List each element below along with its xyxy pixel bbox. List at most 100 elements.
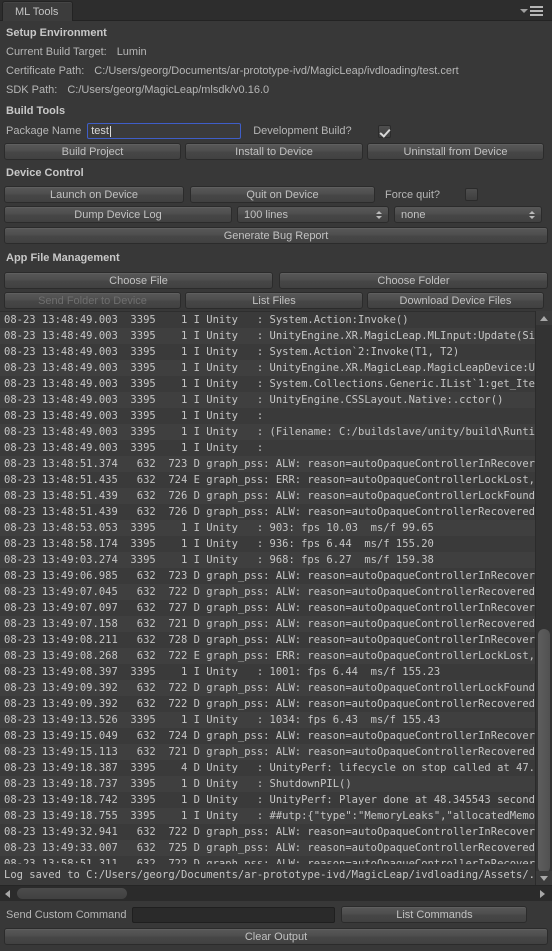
certificate-path-label: Certificate Path: [6,65,85,77]
log-console[interactable]: 08-23 13:48:49.003 3395 1 I Unity : Syst… [0,311,552,885]
build-target-value: Lumin [116,46,147,58]
log-horizontal-scrollbar[interactable] [0,885,552,901]
bug-report-row: Generate Bug Report [4,227,548,244]
force-quit-checkbox[interactable] [465,188,479,201]
log-vertical-scrollbar[interactable] [535,311,552,885]
log-line[interactable]: 08-23 13:48:49.003 3395 1 I Unity : Syst… [0,376,535,392]
log-line[interactable]: 08-23 13:49:07.097 632 727 D graph_pss: … [0,600,535,616]
tab-ml-tools[interactable]: ML Tools [2,1,74,21]
file-buttons-row-1: Choose File Choose Folder [4,272,548,289]
scroll-down-arrow-icon[interactable] [536,871,552,885]
development-build-checkbox[interactable] [377,124,391,138]
log-lines-value: 100 lines [244,208,289,221]
log-line[interactable]: 08-23 13:48:51.374 632 723 D graph_pss: … [0,456,535,472]
log-line[interactable]: 08-23 13:48:58.174 3395 1 I Unity : 936:… [0,536,535,552]
log-line[interactable]: 08-23 13:48:49.003 3395 1 I Unity : Unit… [0,360,535,376]
log-line[interactable]: 08-23 13:49:33.007 632 725 D graph_pss: … [0,840,535,856]
uninstall-from-device-button[interactable]: Uninstall from Device [367,143,544,160]
file-buttons-row-2: Send Folder to Device List Files Downloa… [4,292,548,309]
menu-bars [530,6,543,16]
log-line[interactable]: 08-23 13:48:49.003 3395 1 I Unity : [0,440,535,456]
log-line[interactable]: 08-23 13:49:06.985 632 723 D graph_pss: … [0,568,535,584]
log-line[interactable]: 08-23 13:48:51.435 632 724 E graph_pss: … [0,472,535,488]
log-line[interactable]: 08-23 13:49:08.397 3395 1 I Unity : 1001… [0,664,535,680]
log-status-line: Log saved to C:/Users/georg/Documents/ar… [4,869,552,881]
hamburger-menu-icon[interactable] [520,5,546,17]
generate-bug-report-button[interactable]: Generate Bug Report [4,227,548,244]
development-build-label: Development Build? [253,125,352,137]
clear-output-button[interactable]: Clear Output [4,928,548,945]
certificate-path-value: C:/Users/georg/Documents/ar-prototype-iv… [94,65,459,77]
list-commands-button[interactable]: List Commands [341,906,528,923]
setup-environment-title: Setup Environment [6,27,107,39]
log-line[interactable]: 08-23 13:49:18.742 3395 1 D Unity : Unit… [0,792,535,808]
package-name-row: Package Name test Development Build? [6,123,546,139]
send-custom-command-label: Send Custom Command [6,908,127,921]
custom-command-row: Send Custom Command List Commands [6,906,546,923]
text-caret [109,125,111,137]
ml-tools-window: ML Tools Setup Environment Current Build… [0,0,552,951]
log-line[interactable]: 08-23 13:49:07.158 632 721 D graph_pss: … [0,616,535,632]
log-line[interactable]: 08-23 13:49:13.526 3395 1 I Unity : 1034… [0,712,535,728]
app-file-management-title: App File Management [6,252,120,264]
horizontal-scrollbar-thumb[interactable] [17,888,127,899]
log-line[interactable]: 08-23 13:49:09.392 632 722 D graph_pss: … [0,680,535,696]
log-line[interactable]: 08-23 13:48:49.003 3395 1 I Unity : Syst… [0,312,535,328]
force-quit-label: Force quit? [385,188,441,201]
build-project-button[interactable]: Build Project [4,143,181,160]
clear-output-row: Clear Output [4,928,548,945]
scroll-left-arrow-icon[interactable] [0,886,15,901]
log-line[interactable]: 08-23 13:48:49.003 3395 1 I Unity : Unit… [0,392,535,408]
build-target-row: Current Build Target: Lumin [6,46,147,58]
log-line[interactable]: 08-23 13:49:09.392 632 722 D graph_pss: … [0,696,535,712]
download-device-files-button[interactable]: Download Device Files [367,292,544,309]
log-line[interactable]: 08-23 13:49:07.045 632 722 D graph_pss: … [0,584,535,600]
package-name-label: Package Name [6,125,82,137]
package-name-input[interactable]: test [87,123,242,139]
log-line[interactable]: 08-23 13:48:51.439 632 726 D graph_pss: … [0,488,535,504]
window-tabbar: ML Tools [0,0,552,21]
install-to-device-button[interactable]: Install to Device [185,143,363,160]
choose-folder-button[interactable]: Choose Folder [279,272,548,289]
log-lines-dropdown[interactable]: 100 lines [237,206,389,223]
log-line[interactable]: 08-23 13:49:18.755 3395 1 I Unity : ##ut… [0,808,535,824]
log-line[interactable]: 08-23 13:49:18.387 3395 4 D Unity : Unit… [0,760,535,776]
tab-label: ML Tools [15,5,59,18]
log-line[interactable]: 08-23 13:48:53.053 3395 1 I Unity : 903:… [0,520,535,536]
send-folder-to-device-button[interactable]: Send Folder to Device [4,292,181,309]
log-line[interactable]: 08-23 13:49:15.049 632 724 D graph_pss: … [0,728,535,744]
log-line[interactable]: 08-23 13:49:08.268 632 722 E graph_pss: … [0,648,535,664]
log-line[interactable]: 08-23 13:48:49.003 3395 1 I Unity : Unit… [0,328,535,344]
quit-on-device-button[interactable]: Quit on Device [190,186,375,203]
custom-command-input[interactable] [132,906,336,923]
build-tools-title: Build Tools [6,105,66,117]
device-control-title: Device Control [6,167,84,179]
sdk-path-value: C:/Users/georg/MagicLeap/mlsdk/v0.16.0 [67,84,270,96]
sdk-path-label: SDK Path: [6,84,58,96]
log-line[interactable]: 08-23 13:48:51.439 632 726 D graph_pss: … [0,504,535,520]
chevron-down-icon [520,8,528,13]
log-line[interactable]: 08-23 13:49:03.274 3395 1 I Unity : 968:… [0,552,535,568]
log-line[interactable]: 08-23 13:49:15.113 632 721 D graph_pss: … [0,744,535,760]
sdk-path-row: SDK Path: C:/Users/georg/MagicLeap/mlsdk… [6,84,269,96]
log-filter-value: none [401,208,426,221]
build-buttons-row: Build Project Install to Device Uninstal… [4,143,548,160]
scroll-right-arrow-icon[interactable] [535,886,550,901]
log-line[interactable]: 08-23 13:49:08.211 632 728 D graph_pss: … [0,632,535,648]
log-line[interactable]: 08-23 13:48:49.003 3395 1 I Unity : Syst… [0,344,535,360]
dump-device-log-button[interactable]: Dump Device Log [4,206,232,223]
log-line[interactable]: 08-23 13:49:32.941 632 722 D graph_pss: … [0,824,535,840]
vertical-scrollbar-thumb[interactable] [538,629,550,873]
log-filter-dropdown[interactable]: none [394,206,542,223]
list-files-button[interactable]: List Files [185,292,363,309]
choose-file-button[interactable]: Choose File [4,272,273,289]
scroll-up-arrow-icon[interactable] [536,311,552,325]
log-line[interactable]: 08-23 13:58:51.311 632 722 D graph_pss: … [0,856,535,864]
log-line[interactable]: 08-23 13:49:18.737 3395 1 D Unity : Shut… [0,776,535,792]
log-line[interactable]: 08-23 13:48:49.003 3395 1 I Unity : (Fil… [0,424,535,440]
log-line[interactable]: 08-23 13:48:49.003 3395 1 I Unity : [0,408,535,424]
build-target-label: Current Build Target: [6,46,107,58]
stepper-arrows-icon [529,210,535,219]
launch-on-device-button[interactable]: Launch on Device [4,186,184,203]
log-viewport[interactable]: 08-23 13:48:49.003 3395 1 I Unity : Syst… [0,312,535,864]
